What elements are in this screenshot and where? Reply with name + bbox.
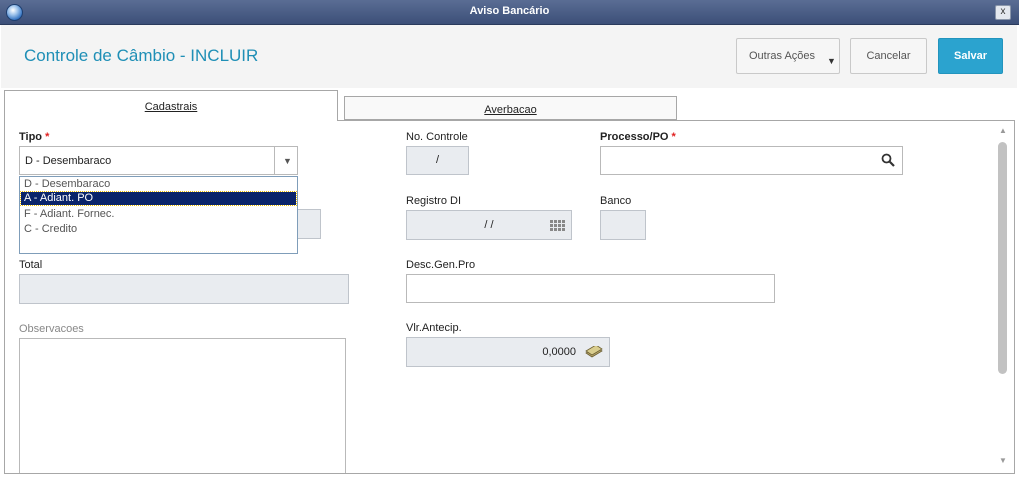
chevron-down-icon: ▼ — [827, 56, 836, 66]
tipo-option-desembaraco[interactable]: D - Desembaraco — [21, 178, 296, 191]
money-icon[interactable] — [585, 346, 603, 358]
calendar-icon[interactable] — [550, 220, 566, 231]
scroll-down-icon[interactable]: ▼ — [999, 456, 1007, 465]
observacoes-textarea[interactable] — [19, 338, 346, 473]
window-close-button[interactable]: x — [995, 5, 1011, 20]
vertical-scrollbar[interactable]: ▲ ▼ — [995, 122, 1013, 472]
search-icon[interactable] — [881, 153, 895, 167]
observacoes-label: Observacoes — [19, 323, 84, 335]
page-header: Controle de Câmbio - INCLUIR Outras Açõe… — [1, 25, 1017, 88]
processo-input[interactable] — [600, 146, 903, 175]
scrollbar-thumb[interactable] — [998, 142, 1007, 374]
tab-averbacao[interactable]: Averbacao — [344, 96, 677, 120]
vlr-antecip-value: 0,0000 — [542, 346, 576, 358]
processo-label: Processo/PO * — [600, 131, 676, 143]
cancel-button[interactable]: Cancelar — [850, 38, 927, 74]
vlr-antecip-field[interactable]: 0,0000 — [406, 337, 610, 367]
vlr-antecip-label: Vlr.Antecip. — [406, 322, 462, 334]
save-button[interactable]: Salvar — [938, 38, 1003, 74]
tipo-label: Tipo * — [19, 131, 49, 143]
tipo-option-adiant-fornec[interactable]: F - Adiant. Fornec. — [21, 208, 296, 221]
total-field[interactable] — [19, 274, 349, 304]
desc-gen-pro-input[interactable] — [406, 274, 775, 303]
window-titlebar: Aviso Bancário x — [0, 0, 1019, 25]
tipo-select-divider — [274, 147, 275, 174]
page-title: Controle de Câmbio - INCLUIR — [24, 46, 259, 65]
no-controle-label: No. Controle — [406, 131, 468, 143]
banco-field[interactable] — [600, 210, 646, 240]
scroll-up-icon[interactable]: ▲ — [999, 126, 1007, 135]
desc-gen-pro-label: Desc.Gen.Pro — [406, 259, 476, 271]
window-title: Aviso Bancário — [469, 5, 550, 17]
more-actions-label: Outras Ações — [749, 50, 816, 62]
registro-di-label: Registro DI — [406, 195, 462, 207]
processo-required-mark: * — [671, 131, 676, 143]
more-actions-button[interactable]: Outras Ações ▼ — [736, 38, 840, 74]
banco-label: Banco — [600, 195, 632, 207]
tipo-dropdown-list: D - Desembaraco A - Adiant. PO F - Adian… — [19, 176, 298, 254]
tipo-required-mark: * — [45, 131, 50, 143]
tipo-option-credito[interactable]: C - Credito — [21, 223, 296, 236]
form-panel: Tipo * D - Desembaraco ▼ D - Desembaraco… — [4, 120, 1015, 474]
tab-cadastrais[interactable]: Cadastrais — [4, 90, 338, 121]
chevron-down-icon[interactable]: ▼ — [283, 156, 292, 166]
tipo-select[interactable]: D - Desembaraco ▼ — [19, 146, 298, 175]
total-label: Total — [19, 259, 43, 271]
processo-label-text: Processo/PO — [600, 131, 669, 143]
tipo-select-value: D - Desembaraco — [25, 155, 112, 167]
registro-di-value: / / — [484, 219, 494, 231]
no-controle-field[interactable]: / — [406, 146, 469, 175]
tipo-option-adiant-po[interactable]: A - Adiant. PO — [20, 191, 297, 206]
tipo-label-text: Tipo — [19, 131, 43, 143]
registro-di-field[interactable]: / / — [406, 210, 572, 240]
